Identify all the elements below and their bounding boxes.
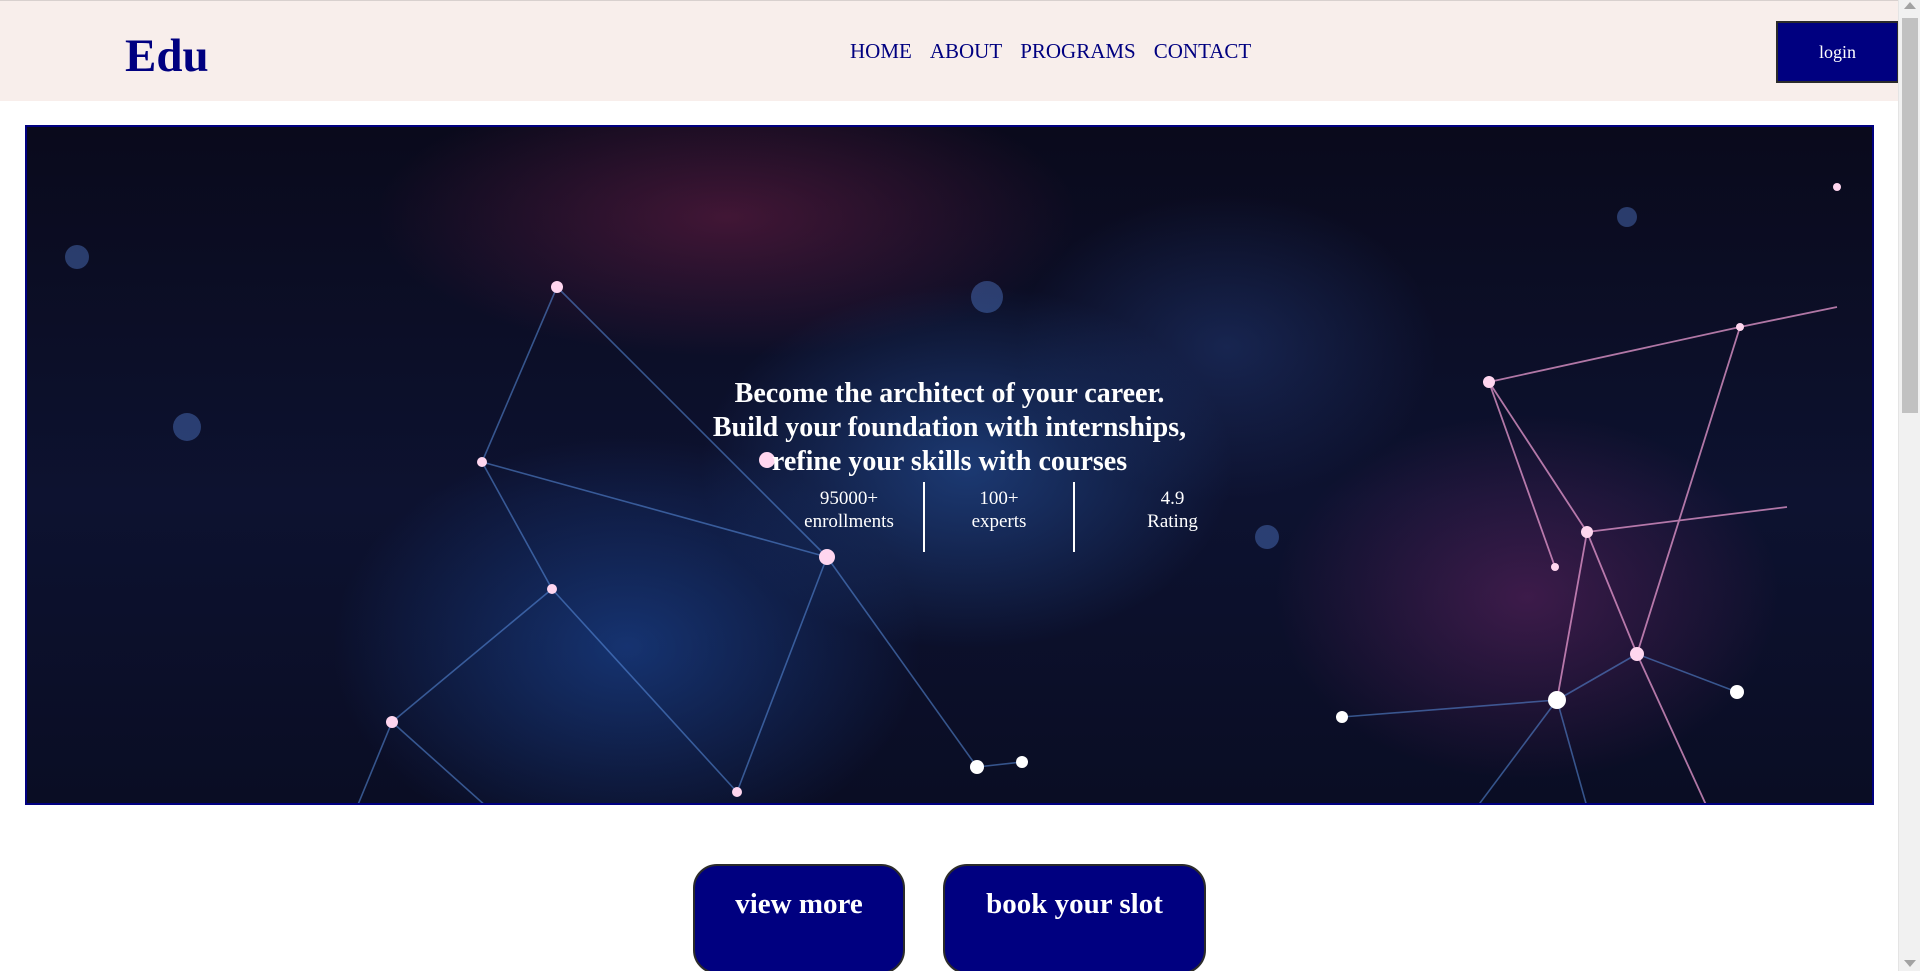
stat-enrollments: 95000+ enrollments <box>775 482 925 552</box>
stat-value: 4.9 <box>1160 488 1185 509</box>
hero-line-2: Build your foundation with internships, <box>712 412 1187 443</box>
top-navbar: Edu HOME ABOUT PROGRAMS CONTACT login <box>0 0 1899 101</box>
stat-label: experts <box>971 511 1027 532</box>
hero-line-1: Become the architect of your career. <box>734 378 1165 409</box>
nav-contact-link[interactable]: CONTACT <box>1154 39 1251 64</box>
stat-rating: 4.9 Rating <box>1075 482 1270 552</box>
book-your-slot-button[interactable]: book your slot <box>943 864 1206 971</box>
scrollbar-thumb[interactable] <box>1902 18 1918 413</box>
nav-programs-link[interactable]: PROGRAMS <box>1020 39 1136 64</box>
site-logo[interactable]: Edu <box>125 29 209 83</box>
hero-line-3: refine your skills with courses <box>771 446 1128 477</box>
stat-experts: 100+ experts <box>925 482 1075 552</box>
vertical-scrollbar[interactable] <box>1898 0 1920 971</box>
scroll-down-arrow-icon[interactable] <box>1904 960 1916 967</box>
nav-about-link[interactable]: ABOUT <box>930 39 1002 64</box>
stat-label: Rating <box>1147 511 1198 532</box>
stat-value: 95000+ <box>819 488 879 509</box>
stat-value: 100+ <box>979 488 1019 509</box>
stats-row: 95000+ enrollments 100+ experts 4.9 Rati… <box>775 482 1270 552</box>
main-nav: HOME ABOUT PROGRAMS CONTACT <box>850 39 1251 64</box>
login-button[interactable]: login <box>1776 21 1899 83</box>
hero-banner: Become the architect of your career. Bui… <box>25 125 1874 805</box>
scroll-up-arrow-icon[interactable] <box>1904 2 1916 9</box>
stat-label: enrollments <box>804 511 894 532</box>
nav-home-link[interactable]: HOME <box>850 39 912 64</box>
view-more-button[interactable]: view more <box>693 864 905 971</box>
hero-headline: Become the architect of your career. Bui… <box>27 377 1872 479</box>
